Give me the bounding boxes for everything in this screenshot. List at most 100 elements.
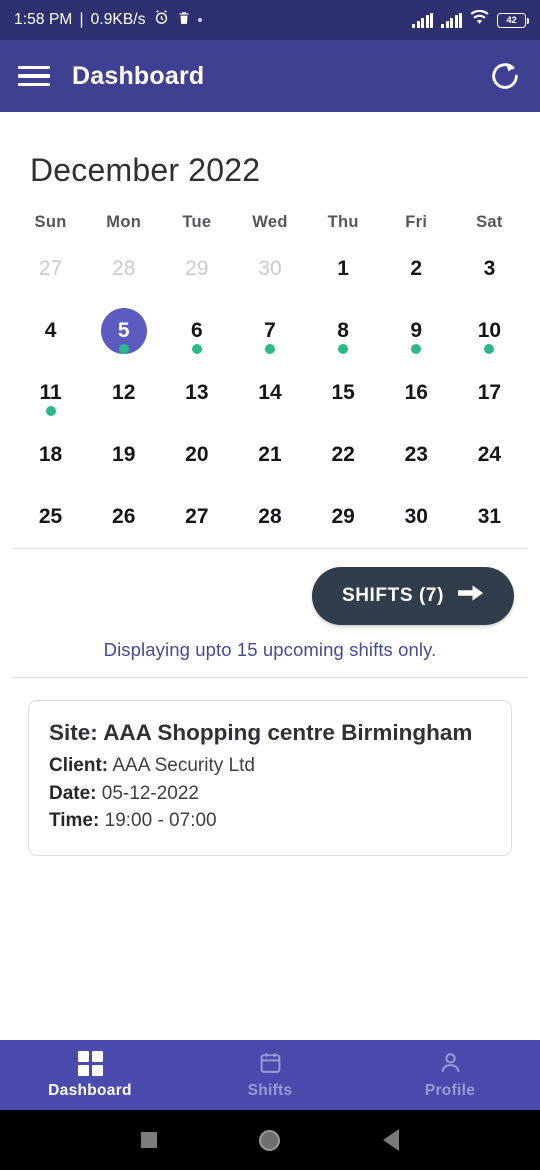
calendar-day[interactable]: 22 — [307, 424, 380, 486]
calendar-day-cell[interactable]: 1 — [307, 238, 380, 300]
calendar-day[interactable]: 3 — [453, 238, 526, 300]
calendar-day[interactable]: 25 — [14, 486, 87, 548]
calendar-day-cell[interactable]: 16 — [380, 362, 453, 424]
calendar-day-cell[interactable]: 3 — [453, 238, 526, 300]
calendar-day[interactable]: 15 — [307, 362, 380, 424]
calendar-day[interactable]: 29 — [307, 486, 380, 548]
circle-home-icon[interactable] — [259, 1129, 281, 1151]
shift-card[interactable]: Site: AAA Shopping centre Birmingham Cli… — [28, 700, 512, 856]
calendar-day-cell[interactable]: 27 — [14, 238, 87, 300]
calendar-day[interactable]: 7 — [233, 300, 306, 362]
calendar-day[interactable]: 28 — [87, 238, 160, 300]
calendar-day-cell[interactable]: 29 — [160, 238, 233, 300]
calendar-day[interactable]: 9 — [380, 300, 453, 362]
shifts-button[interactable]: SHIFTS (7) — [311, 567, 514, 625]
calendar-day-cell[interactable]: 18 — [14, 424, 87, 486]
calendar-day-selected[interactable]: 5 — [87, 300, 160, 362]
refresh-icon[interactable] — [488, 59, 522, 93]
calendar-day-cell[interactable]: 30 — [380, 486, 453, 548]
calendar-day-number: 24 — [477, 443, 502, 466]
shift-card-site: Site: AAA Shopping centre Birmingham — [49, 719, 491, 747]
calendar-day[interactable]: 26 — [87, 486, 160, 548]
shift-card-time-label: Time: — [49, 810, 100, 832]
calendar-day-cell[interactable]: 14 — [233, 362, 306, 424]
calendar-day-cell[interactable]: 8 — [307, 300, 380, 362]
calendar-day[interactable]: 10 — [453, 300, 526, 362]
calendar-day-number: 27 — [38, 257, 63, 280]
status-bar-left: 1:58 PM | 0.9KB/s — [14, 9, 202, 31]
calendar-day[interactable]: 21 — [233, 424, 306, 486]
calendar-day-cell[interactable]: 9 — [380, 300, 453, 362]
calendar-day-cell[interactable]: 29 — [307, 486, 380, 548]
calendar-day[interactable]: 19 — [87, 424, 160, 486]
calendar-day[interactable]: 8 — [307, 300, 380, 362]
calendar-day[interactable]: 23 — [380, 424, 453, 486]
calendar-day[interactable]: 17 — [453, 362, 526, 424]
calendar-icon — [258, 1050, 283, 1076]
calendar-day-number: 28 — [258, 505, 282, 528]
calendar-day-cell[interactable]: 4 — [14, 300, 87, 362]
calendar-day-cell[interactable]: 25 — [14, 486, 87, 548]
shift-card-time-value: 19:00 - 07:00 — [104, 810, 217, 832]
calendar-day-cell[interactable]: 6 — [160, 300, 233, 362]
calendar-day[interactable]: 14 — [233, 362, 306, 424]
calendar-day-cell[interactable]: 28 — [87, 238, 160, 300]
calendar-day-cell[interactable]: 20 — [160, 424, 233, 486]
calendar-day[interactable]: 30 — [233, 238, 306, 300]
calendar-day[interactable]: 24 — [453, 424, 526, 486]
calendar-day[interactable]: 2 — [380, 238, 453, 300]
calendar-day[interactable]: 28 — [233, 486, 306, 548]
calendar-day[interactable]: 11 — [14, 362, 87, 424]
weekday-fri: Fri — [405, 213, 428, 231]
calendar-day[interactable]: 16 — [380, 362, 453, 424]
calendar-day[interactable]: 20 — [160, 424, 233, 486]
calendar-day-cell[interactable]: 31 — [453, 486, 526, 548]
calendar-day[interactable]: 31 — [453, 486, 526, 548]
calendar-day-cell[interactable]: 23 — [380, 424, 453, 486]
calendar-day-cell[interactable]: 22 — [307, 424, 380, 486]
calendar-day-cell[interactable]: 26 — [87, 486, 160, 548]
calendar-day-number: 4 — [44, 319, 57, 342]
calendar-day-cell[interactable]: 15 — [307, 362, 380, 424]
calendar-day-number: 27 — [185, 505, 209, 528]
square-recents-icon[interactable] — [141, 1132, 158, 1148]
calendar-day[interactable]: 27 — [160, 486, 233, 548]
divider-bottom — [12, 677, 528, 678]
calendar-day[interactable]: 27 — [14, 238, 87, 300]
calendar-day-cell[interactable]: 13 — [160, 362, 233, 424]
calendar-day-cell[interactable]: 24 — [453, 424, 526, 486]
triangle-back-icon[interactable] — [382, 1129, 399, 1151]
calendar-day-number: 29 — [331, 505, 355, 528]
calendar-day[interactable]: 12 — [87, 362, 160, 424]
calendar-day-cell[interactable]: 5 — [87, 300, 160, 362]
weekday-mon: Mon — [106, 213, 142, 231]
calendar-day-number: 13 — [185, 381, 209, 404]
calendar-day-cell[interactable]: 27 — [160, 486, 233, 548]
calendar-day-cell[interactable]: 11 — [14, 362, 87, 424]
calendar-day-number: 15 — [331, 381, 355, 404]
nav-item-dashboard[interactable]: Dashboard — [0, 1040, 180, 1110]
calendar-day-number: 30 — [404, 505, 428, 528]
calendar-day[interactable]: 6 — [160, 300, 233, 362]
calendar-day-cell[interactable]: 30 — [233, 238, 306, 300]
phone-screen: 1:58 PM | 0.9KB/s 42 Dashboard December … — [0, 0, 540, 1170]
calendar-day-cell[interactable]: 17 — [453, 362, 526, 424]
calendar-day[interactable]: 30 — [380, 486, 453, 548]
calendar-day-cell[interactable]: 12 — [87, 362, 160, 424]
calendar-day[interactable]: 29 — [160, 238, 233, 300]
calendar-day[interactable]: 18 — [14, 424, 87, 486]
calendar-day[interactable]: 1 — [307, 238, 380, 300]
nav-item-profile[interactable]: Profile — [360, 1040, 540, 1110]
calendar-day-cell[interactable]: 21 — [233, 424, 306, 486]
calendar-day-cell[interactable]: 2 — [380, 238, 453, 300]
calendar-day[interactable]: 13 — [160, 362, 233, 424]
calendar-day-cell[interactable]: 7 — [233, 300, 306, 362]
nav-item-shifts[interactable]: Shifts — [180, 1040, 360, 1110]
calendar-week-row: 11 12 13 14 15 16 17 — [14, 362, 526, 424]
calendar-day-cell[interactable]: 19 — [87, 424, 160, 486]
main-content: December 2022 Sun Mon Tue Wed Thu Fri Sa… — [0, 112, 540, 1040]
calendar-day-cell[interactable]: 10 — [453, 300, 526, 362]
calendar-day-cell[interactable]: 28 — [233, 486, 306, 548]
calendar-day[interactable]: 4 — [14, 300, 87, 362]
hamburger-menu-icon[interactable] — [18, 59, 52, 93]
